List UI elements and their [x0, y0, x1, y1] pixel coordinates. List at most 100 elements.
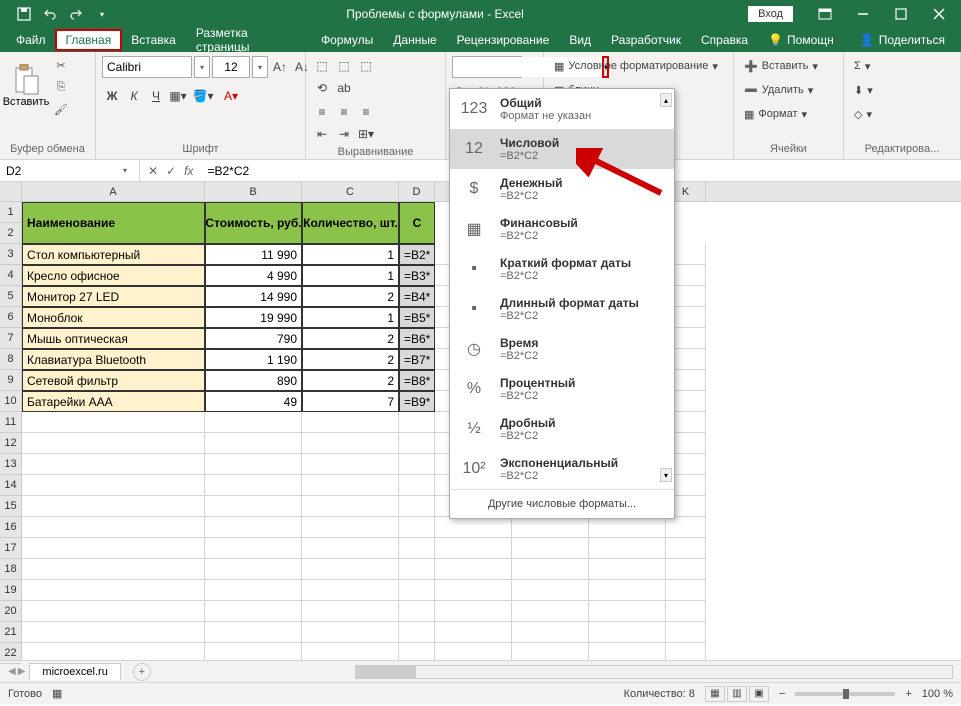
table-cell[interactable]: Моноблок	[22, 307, 205, 328]
table-header-cell[interactable]: С	[399, 202, 435, 244]
row-header[interactable]: 5	[0, 286, 21, 307]
table-cell[interactable]	[512, 517, 589, 538]
table-cell[interactable]	[512, 601, 589, 622]
table-cell[interactable]: 4 990	[205, 265, 302, 286]
row-header[interactable]: 13	[0, 454, 21, 475]
fx-icon[interactable]: fx	[184, 164, 193, 178]
font-size-select[interactable]	[212, 56, 250, 78]
paste-button[interactable]: Вставить	[6, 56, 46, 116]
horizontal-scrollbar[interactable]	[355, 665, 953, 679]
size-dropdown-icon[interactable]: ▾	[252, 56, 268, 78]
table-cell[interactable]	[302, 496, 399, 517]
table-cell[interactable]: =B6*	[399, 328, 435, 349]
table-cell[interactable]	[589, 559, 666, 580]
table-cell[interactable]	[589, 517, 666, 538]
row-header[interactable]: 11	[0, 412, 21, 433]
table-header-cell[interactable]: Количество, шт.	[302, 202, 399, 244]
row-header[interactable]: 14	[0, 475, 21, 496]
table-cell[interactable]	[399, 643, 435, 660]
table-cell[interactable]: 2	[302, 370, 399, 391]
table-cell[interactable]	[399, 559, 435, 580]
align-middle-icon[interactable]: ⬚	[334, 56, 354, 76]
align-right-icon[interactable]: ≡	[356, 102, 376, 122]
redo-icon[interactable]	[64, 3, 88, 25]
row-header[interactable]: 6	[0, 307, 21, 328]
table-cell[interactable]	[512, 559, 589, 580]
select-all-corner[interactable]	[0, 182, 21, 202]
table-cell[interactable]	[22, 412, 205, 433]
table-cell[interactable]	[302, 622, 399, 643]
table-cell[interactable]: Стол компьютерный	[22, 244, 205, 265]
table-cell[interactable]	[302, 601, 399, 622]
table-cell[interactable]	[435, 643, 512, 660]
format-menu-item[interactable]: 12Числовой=B2*C2	[450, 129, 674, 169]
table-cell[interactable]: =B3*	[399, 265, 435, 286]
italic-icon[interactable]: К	[124, 86, 144, 106]
copy-icon[interactable]: ⎘	[50, 78, 72, 96]
table-cell[interactable]	[399, 412, 435, 433]
table-cell[interactable]	[512, 580, 589, 601]
tab-data[interactable]: Данные	[383, 30, 446, 50]
clear-button[interactable]: ◇▾	[850, 104, 876, 124]
sheet-tab[interactable]: microexcel.ru	[29, 663, 120, 680]
col-header[interactable]: D	[399, 182, 435, 201]
menu-scrollbar[interactable]: ▴ ▾	[660, 93, 672, 482]
table-cell[interactable]	[399, 538, 435, 559]
table-cell[interactable]	[399, 601, 435, 622]
table-cell[interactable]	[666, 517, 706, 538]
zoom-slider[interactable]	[795, 692, 895, 696]
table-cell[interactable]	[399, 475, 435, 496]
table-cell[interactable]: 890	[205, 370, 302, 391]
view-normal-icon[interactable]: ▦	[705, 686, 725, 702]
table-cell[interactable]	[399, 622, 435, 643]
table-cell[interactable]: Кресло офисное	[22, 265, 205, 286]
border-icon[interactable]: ▦▾	[168, 86, 188, 106]
row-header[interactable]: 18	[0, 559, 21, 580]
table-cell[interactable]	[205, 496, 302, 517]
wrap-text-icon[interactable]: ab	[334, 78, 354, 98]
table-cell[interactable]	[302, 643, 399, 660]
table-cell[interactable]	[22, 496, 205, 517]
table-cell[interactable]	[399, 517, 435, 538]
zoom-in-icon[interactable]: +	[905, 688, 911, 700]
row-header[interactable]: 19	[0, 580, 21, 601]
table-cell[interactable]: 7	[302, 391, 399, 412]
table-cell[interactable]	[589, 601, 666, 622]
login-button[interactable]: Вход	[748, 6, 793, 22]
format-menu-item[interactable]: $Денежный=B2*C2	[450, 169, 674, 209]
font-name-select[interactable]	[102, 56, 192, 78]
table-cell[interactable]	[22, 475, 205, 496]
tab-insert[interactable]: Вставка	[121, 30, 186, 50]
table-cell[interactable]	[302, 433, 399, 454]
table-cell[interactable]	[205, 454, 302, 475]
align-left-icon[interactable]: ≡	[312, 102, 332, 122]
delete-cells-button[interactable]: ➖Удалить▾	[740, 80, 817, 100]
table-cell[interactable]	[589, 538, 666, 559]
format-menu-item[interactable]: ½Дробный=B2*C2	[450, 409, 674, 449]
row-header[interactable]: 4	[0, 265, 21, 286]
table-cell[interactable]	[512, 538, 589, 559]
sheet-nav-next-icon[interactable]: ▶	[18, 666, 26, 677]
table-cell[interactable]	[435, 538, 512, 559]
table-cell[interactable]	[589, 643, 666, 660]
table-cell[interactable]	[435, 622, 512, 643]
insert-cells-button[interactable]: ➕Вставить▾	[740, 56, 822, 76]
tab-file[interactable]: Файл	[6, 30, 56, 50]
tab-home[interactable]: Главная	[56, 30, 122, 50]
table-cell[interactable]	[435, 580, 512, 601]
share-button[interactable]: 👤Поделиться	[850, 30, 955, 50]
table-cell[interactable]	[22, 454, 205, 475]
sheet-nav-prev-icon[interactable]: ◀	[8, 666, 16, 677]
format-menu-item[interactable]: %Процентный=B2*C2	[450, 369, 674, 409]
accept-formula-icon[interactable]: ✓	[166, 164, 176, 178]
name-box[interactable]: D2▾	[0, 160, 140, 181]
format-cells-button[interactable]: ▦Формат▾	[740, 104, 811, 124]
table-cell[interactable]	[666, 559, 706, 580]
table-cell[interactable]: =B8*	[399, 370, 435, 391]
table-cell[interactable]: =B9*	[399, 391, 435, 412]
zoom-level[interactable]: 100 %	[922, 688, 953, 700]
row-header[interactable]: 9	[0, 370, 21, 391]
zoom-out-icon[interactable]: −	[779, 688, 785, 700]
table-cell[interactable]	[399, 433, 435, 454]
bold-icon[interactable]: Ж	[102, 86, 122, 106]
